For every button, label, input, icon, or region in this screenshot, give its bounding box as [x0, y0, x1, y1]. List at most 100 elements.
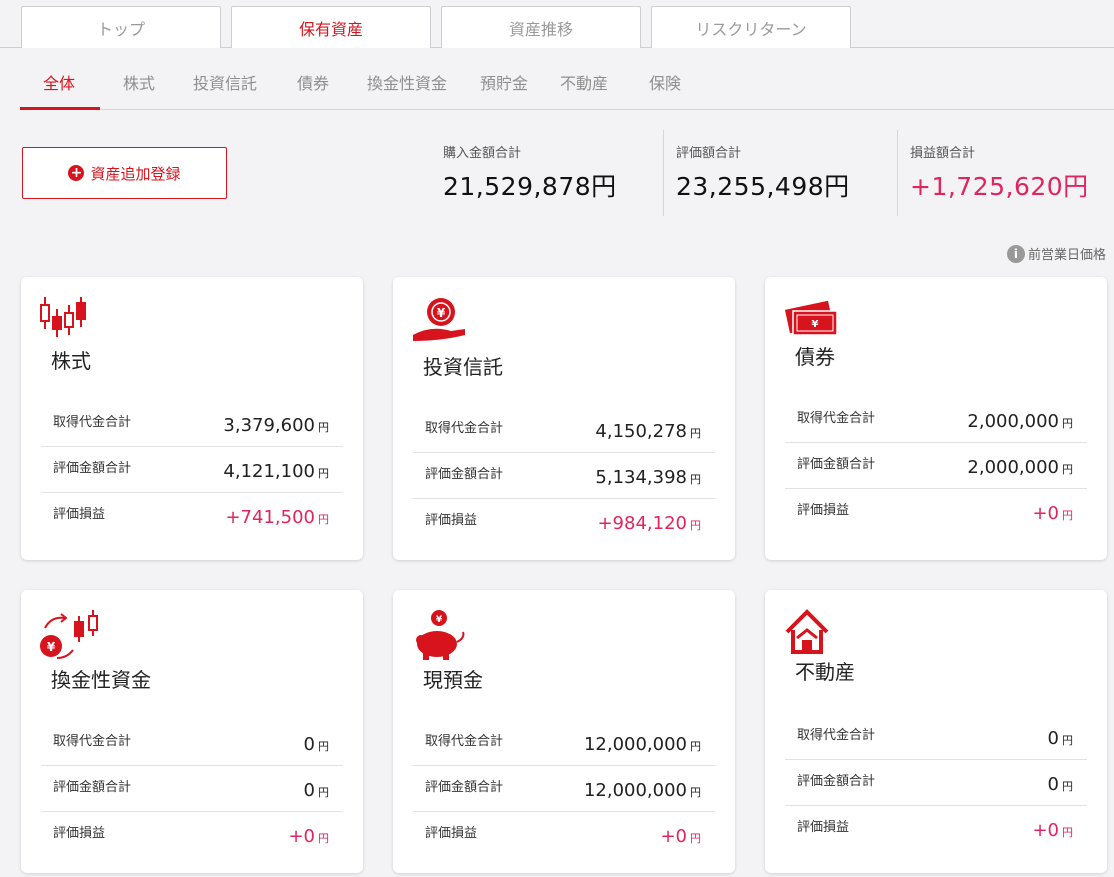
total-purchase: 購入金額合計 21,529,878円 [443, 142, 617, 203]
yen-hand-icon: ¥ [413, 298, 465, 341]
plus-circle-icon: + [68, 165, 85, 181]
total-valuation-value: 23,255,498円 [676, 172, 850, 201]
yen-unit: 円 [318, 421, 329, 434]
row-label: 取得代金合計 [425, 734, 504, 749]
yen-unit: 円 [318, 467, 329, 480]
svg-text:¥: ¥ [812, 319, 819, 330]
row-value: 12,000,000 円 [584, 734, 701, 755]
row-valuation: 評価金額合計 5,134,398 円 [413, 453, 715, 499]
row-value: 3,379,600 円 [223, 415, 329, 436]
tab-holdings[interactable]: 保有資産 [231, 6, 431, 48]
row-valuation: 評価金額合計 2,000,000 円 [785, 443, 1087, 489]
subnav-deposits[interactable]: 預貯金 [480, 70, 528, 94]
yen-unit: 円 [318, 513, 329, 526]
row-label: 評価損益 [53, 507, 106, 522]
amount: +0 [660, 826, 687, 847]
yen-unit: 円 [1062, 734, 1073, 747]
info-icon[interactable]: i [1006, 244, 1025, 263]
amount: 0 [1047, 728, 1059, 749]
amount: 4,121,100 [223, 461, 315, 482]
row-value: 0円 [304, 780, 329, 801]
card-title: 換金性資金 [51, 668, 151, 692]
row-value: +741,500 円 [225, 507, 329, 528]
subnav-active-indicator [20, 107, 100, 110]
asset-card-deposits[interactable]: ¥ 現預金 取得代金合計 12,000,000 円 評価金額合計 12,000,000… [393, 590, 735, 873]
yen-unit: 円 [690, 832, 701, 845]
yen-unit: 円 [690, 473, 701, 486]
row-label: 評価損益 [53, 826, 106, 841]
house-icon [785, 609, 829, 654]
amount: 0 [303, 734, 315, 755]
subnav-liquid-funds[interactable]: 換金性資金 [367, 70, 447, 94]
tab-asset-history[interactable]: 資産推移 [441, 6, 641, 48]
card-title: 株式 [51, 349, 91, 373]
row-acquisition: 取得代金合計 0 円 [785, 714, 1087, 760]
row-acquisition: 取得代金合計 12,000,000 円 [413, 720, 715, 766]
tab-top[interactable]: トップ [21, 6, 221, 48]
row-label: 評価金額合計 [797, 774, 876, 789]
amount: 2,000,000 [967, 411, 1059, 432]
subnav-real-estate[interactable]: 不動産 [560, 70, 608, 94]
yen-unit: 円 [1062, 826, 1073, 839]
row-profit-loss: 評価損益 +741,500 円 [41, 493, 343, 539]
row-label: 取得代金合計 [53, 415, 132, 430]
asset-card-funds[interactable]: ¥ 投資信託 取得代金合計 4,150,278 円 評価金額合計 5,134,398 円… [393, 277, 735, 560]
row-label: 評価損益 [797, 820, 850, 835]
top-tab-bar: トップ 保有資産 資産推移 リスクリターン [0, 0, 1114, 48]
add-asset-button[interactable]: + 資産追加登録 [22, 147, 227, 199]
svg-text:¥: ¥ [47, 640, 56, 654]
card-title: 投資信託 [423, 355, 503, 379]
row-valuation: 評価金額合計 12,000,000 円 [413, 766, 715, 812]
tab-risk-return[interactable]: リスクリターン [651, 6, 851, 48]
total-profit-loss-value: +1,725,620円 [910, 172, 1089, 201]
row-profit-loss: 評価損益 +0 円 [41, 812, 343, 858]
amount: +0 [1032, 820, 1059, 841]
row-label: 取得代金合計 [53, 734, 132, 749]
row-value: 5,134,398 円 [595, 467, 701, 488]
row-valuation: 評価金額合計 0 円 [41, 766, 343, 812]
row-acquisition: 取得代金合計 0 円 [41, 720, 343, 766]
card-title: 不動産 [795, 660, 855, 684]
row-profit-loss: 評価損益 +0 円 [785, 806, 1087, 852]
piggy-bank-icon: ¥ [416, 610, 465, 660]
row-profit-loss: 評価損益 +0 円 [785, 489, 1087, 535]
yen-unit: 円 [690, 740, 701, 753]
amount: 12,000,000 [583, 734, 687, 755]
subnav-funds[interactable]: 投資信託 [193, 70, 257, 94]
yen-unit: 円 [1062, 417, 1073, 430]
subnav-stocks[interactable]: 株式 [123, 70, 155, 94]
divider [897, 130, 898, 216]
row-label: 評価損益 [425, 513, 478, 528]
amount: +984,120 [597, 513, 687, 534]
card-rows: 取得代金合計 4,150,278 円 評価金額合計 5,134,398 円 評価損益 +9… [413, 407, 715, 545]
card-title: 現預金 [423, 668, 483, 692]
subnav-all[interactable]: 全体 [43, 70, 75, 94]
amount: +741,500 [225, 507, 315, 528]
cash-convert-icon: ¥ [40, 610, 98, 659]
card-rows: 取得代金合計 0 円 評価金額合計 0 円 評価損益 +0 円 [785, 714, 1087, 852]
yen-unit: 円 [690, 519, 701, 532]
asset-card-bonds[interactable]: ¥ 債券 取得代金合計 2,000,000 円 評価金額合計 2,000,000 円 評… [765, 277, 1107, 560]
row-label: 評価金額合計 [53, 461, 132, 476]
amount: +0 [1032, 503, 1059, 524]
row-label: 評価金額合計 [425, 780, 504, 795]
row-acquisition: 取得代金合計 2,000,000 円 [785, 397, 1087, 443]
price-basis-label: 前営業日価格 [1027, 248, 1106, 263]
row-value: 2,000,000 円 [967, 457, 1073, 478]
asset-card-liquid-funds[interactable]: ¥ 換金性資金 取得代金合計 0 円 評価金額合計 0 円 評価損益 +0 円 [21, 590, 363, 873]
amount: +0 [288, 826, 315, 847]
subnav-bonds[interactable]: 債券 [297, 70, 329, 94]
yen-unit: 円 [1062, 509, 1073, 522]
row-value: +0 円 [660, 826, 701, 847]
row-label: 評価損益 [425, 826, 478, 841]
subnav-insurance[interactable]: 保険 [649, 70, 681, 94]
asset-card-real-estate[interactable]: 不動産 取得代金合計 0 円 評価金額合計 0 円 評価損益 +0 円 [765, 590, 1107, 873]
row-value: 4,150,278 円 [595, 421, 701, 442]
asset-card-stocks[interactable]: 株式 取得代金合計 3,379,600 円 評価金額合計 4,121,100 円 評価損… [21, 277, 363, 560]
candlestick-icon [40, 297, 86, 337]
row-acquisition: 取得代金合計 4,150,278 円 [413, 407, 715, 453]
row-value: 12,000,000 円 [584, 780, 701, 801]
row-value: 0円 [304, 734, 329, 755]
card-rows: 取得代金合計 12,000,000 円 評価金額合計 12,000,000 円 評価損益… [413, 720, 715, 858]
row-label: 評価損益 [797, 503, 850, 518]
